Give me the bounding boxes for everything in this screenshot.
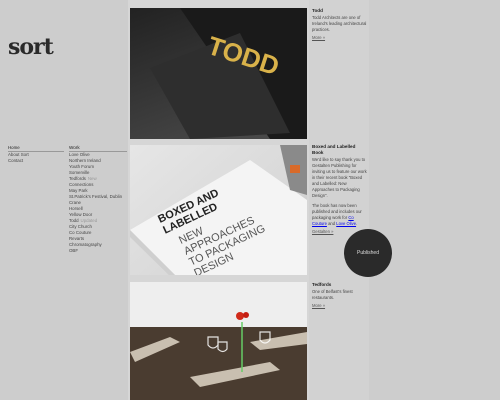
restaurant-image: [130, 282, 307, 400]
love-olive-link[interactable]: Love Olive: [336, 221, 356, 226]
work-item-label: Yellow Door: [69, 212, 93, 217]
site-logo[interactable]: sort: [8, 34, 54, 60]
tedfords-caption-body: One of Belfast's finest restaurants.: [312, 289, 353, 300]
work-item-label: Co Couture: [69, 230, 92, 235]
work-item-label: St.Patrick's Festival, Dublin: [69, 194, 123, 199]
work-item-label: City Church: [69, 224, 92, 229]
boxed-caption-body2: The book has now been published and incl…: [312, 203, 368, 227]
tedfords-photo[interactable]: [130, 282, 307, 400]
work-item-label: Chromatography: [69, 242, 102, 247]
boxed-caption-body: We'd like to say thank you to Gestalten …: [312, 157, 367, 198]
work-item-label: OBF: [69, 248, 79, 253]
work-item-label: Todd: [69, 218, 79, 223]
work-item-label: Revarts: [69, 236, 85, 241]
main-nav: Home About Sort Contact: [8, 145, 64, 164]
todd-photo[interactable]: TODD: [130, 8, 307, 139]
book-photo[interactable]: BOXED AND LABELLED NEW APPROACHES TO PAC…: [130, 145, 307, 275]
work-nav: Work Love Olive Northern Ireland Youth For…: [69, 145, 127, 254]
work-item-tag: New: [87, 176, 97, 181]
todd-caption-title: Todd: [312, 8, 323, 13]
nav-contact[interactable]: Contact: [8, 158, 64, 164]
work-item-label: Somerville: [69, 170, 90, 175]
todd-caption: Todd Todd Architects are one of Ireland'…: [312, 8, 368, 41]
todd-more-link[interactable]: More »: [312, 35, 368, 41]
work-list: Love Olive Northern Ireland Youth Forum Som…: [69, 152, 127, 254]
work-item-label: Love Olive: [69, 152, 90, 157]
work-heading: Work: [69, 145, 127, 152]
work-item-label: Connections: [69, 182, 94, 187]
todd-card-image: TODD: [150, 8, 307, 139]
work-item-label: Crane: [69, 200, 81, 205]
boxed-body2-text: The book has now been published and incl…: [312, 203, 362, 220]
work-item-label: May Park: [69, 188, 88, 193]
work-item-label: Northern Ireland: [69, 158, 101, 163]
boxed-end-text: .: [356, 221, 358, 226]
nav-home[interactable]: Home: [8, 145, 64, 152]
work-item-label: Tedfords: [69, 176, 86, 181]
boxed-caption-title: Boxed and Labelled Book: [312, 144, 356, 155]
work-item-label: Youth Forum: [69, 164, 94, 169]
work-item-tag: Updated: [80, 218, 98, 223]
todd-caption-body: Todd Architects are one of Ireland's lea…: [312, 15, 367, 32]
boxed-and-text: and: [328, 221, 336, 226]
tedfords-caption: Tedfords One of Belfast's finest restaur…: [312, 282, 368, 309]
book-image: BOXED AND LABELLED NEW APPROACHES TO PAC…: [130, 145, 307, 275]
tedfords-caption-title: Tedfords: [312, 282, 332, 287]
tedfords-more-link[interactable]: More »: [312, 303, 368, 309]
work-item[interactable]: OBF: [69, 248, 127, 254]
work-item-label: Horsell: [69, 206, 83, 211]
published-badge[interactable]: Published: [344, 229, 392, 277]
boxed-caption: Boxed and Labelled Book We'd like to say…: [312, 144, 368, 235]
